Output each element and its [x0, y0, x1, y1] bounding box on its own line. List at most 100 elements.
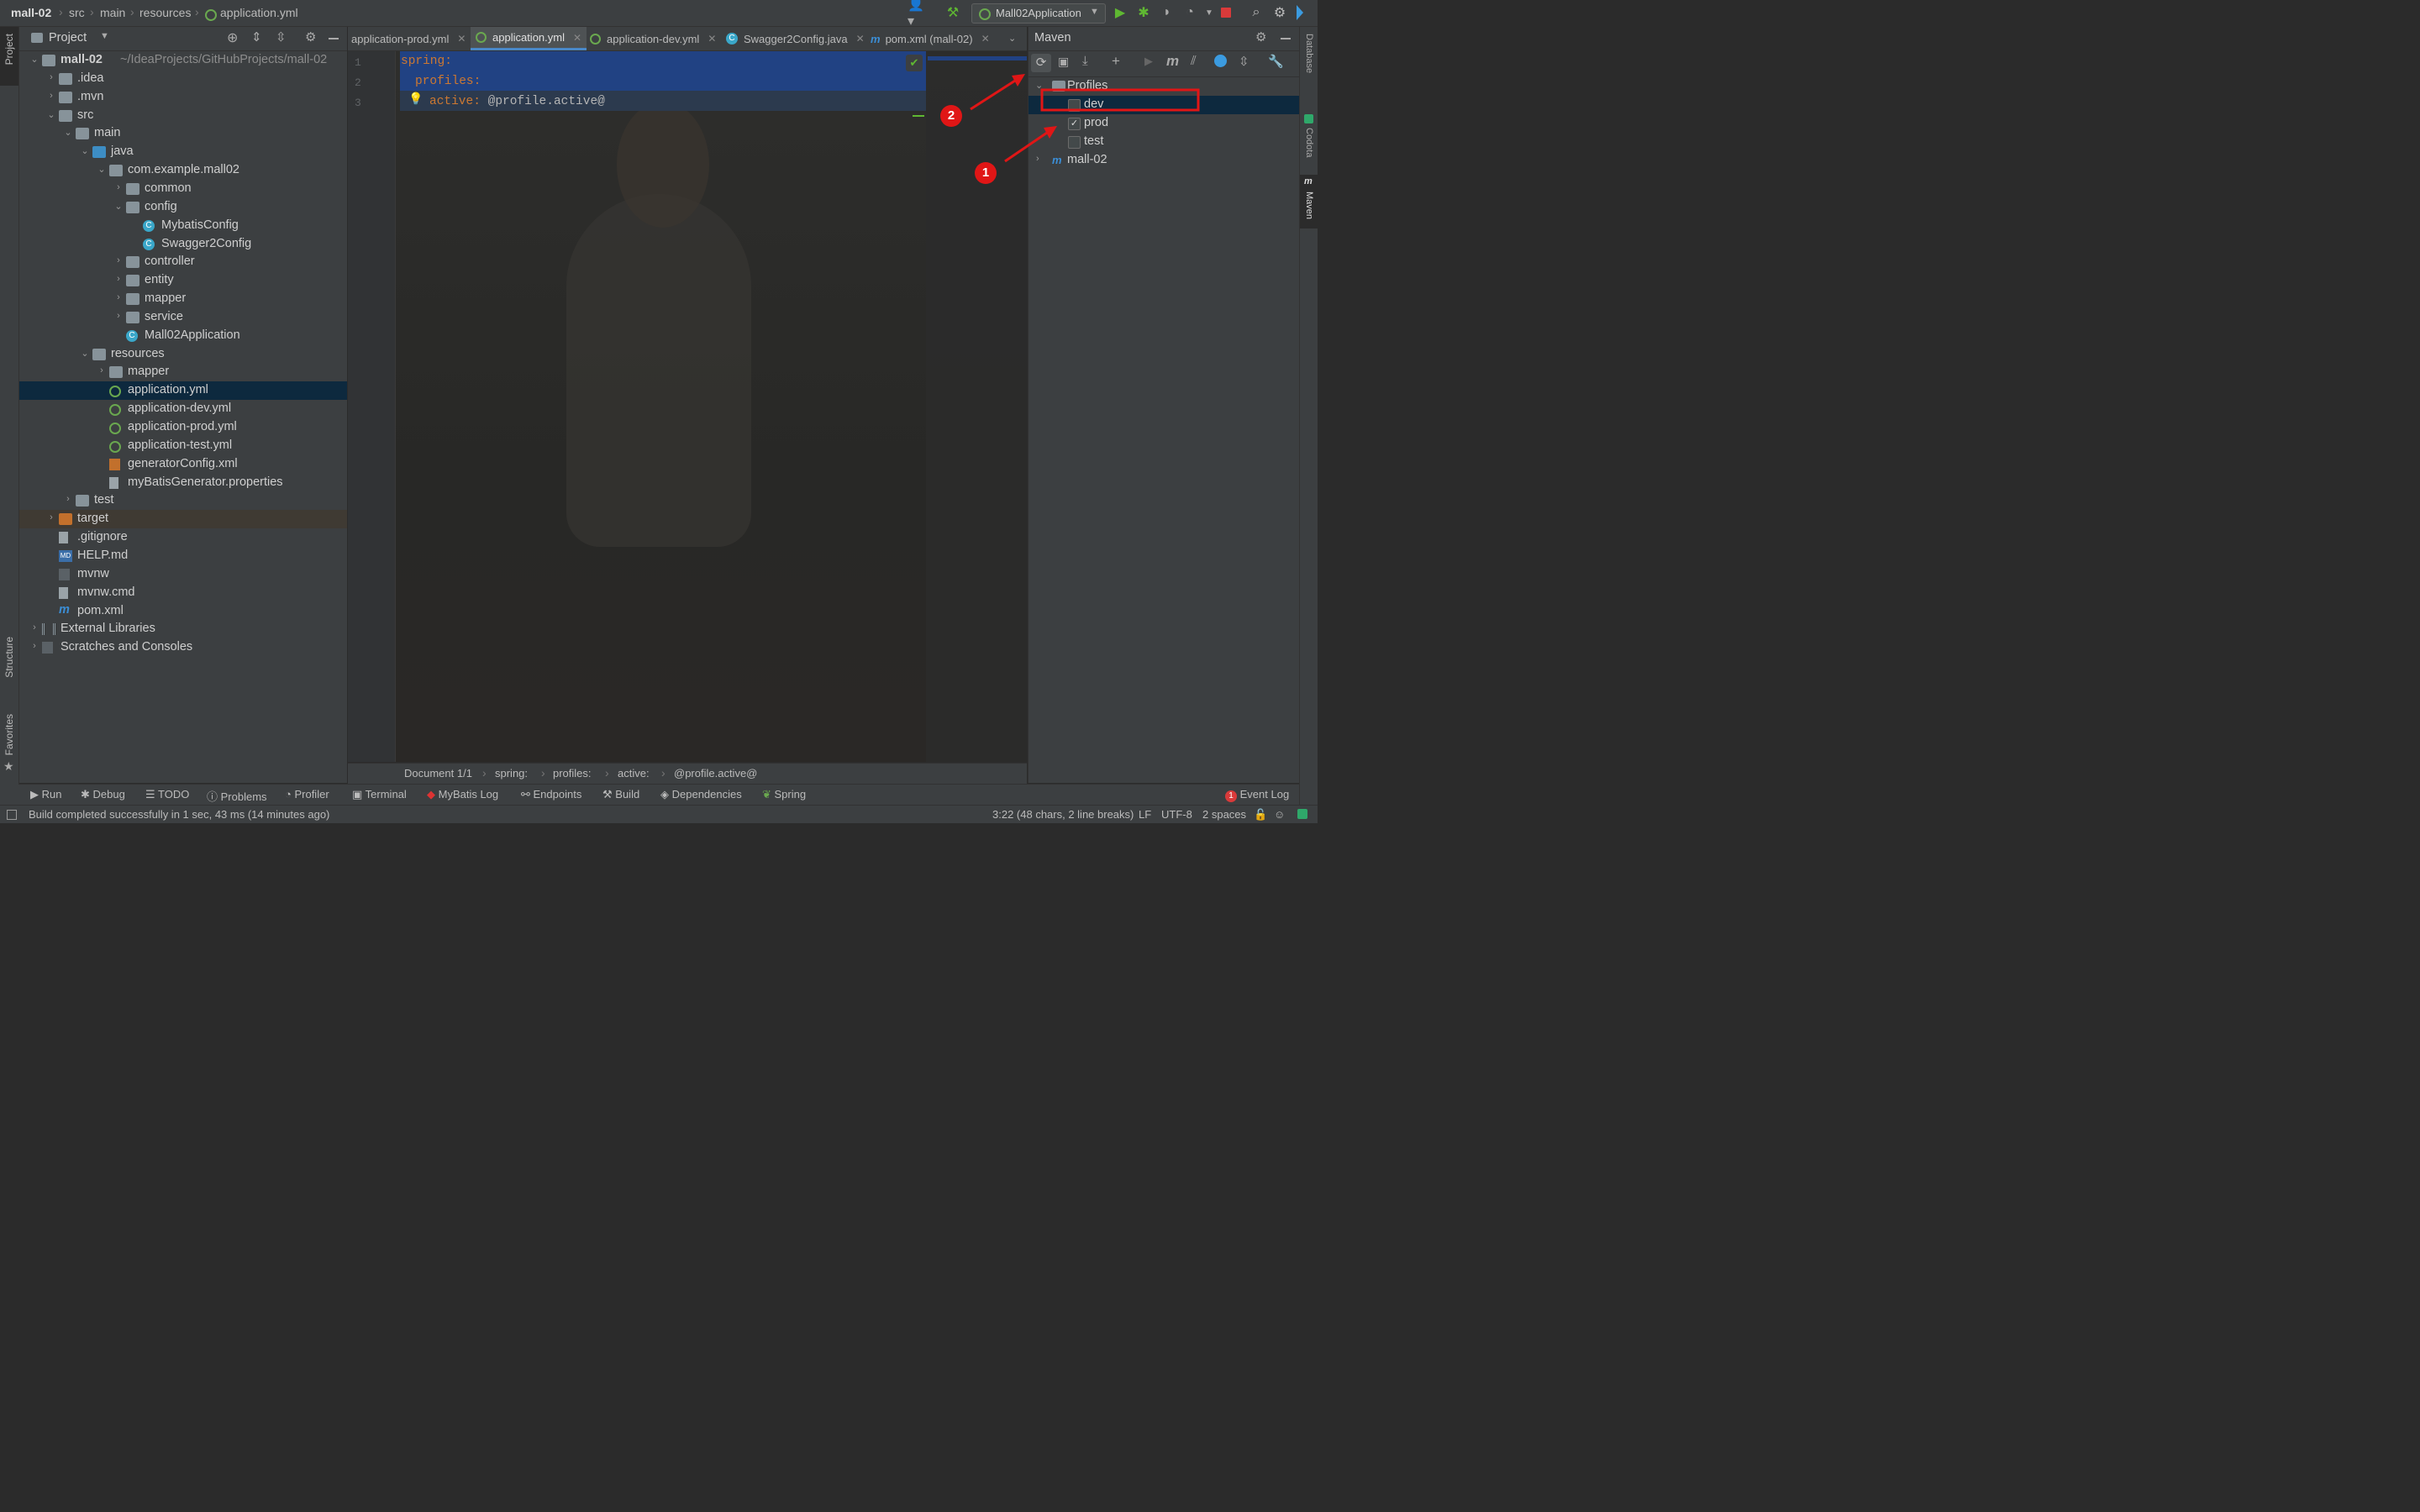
chevron-right-icon[interactable]: › [113, 292, 124, 302]
tree-item-swagger2config[interactable]: C Swagger2Config [19, 235, 347, 254]
inspection-icon[interactable]: ☺ [1274, 808, 1285, 821]
close-icon[interactable]: ✕ [708, 33, 716, 45]
lightbulb-icon[interactable]: 💡 [408, 92, 423, 106]
close-icon[interactable]: ✕ [573, 32, 581, 44]
tree-item-test[interactable]: › test [19, 491, 347, 510]
chevron-down-icon[interactable]: ⌄ [97, 164, 107, 175]
breadcrumb-spring[interactable]: spring: [495, 767, 528, 780]
tree-item-mvnw-cmd[interactable]: mvnw.cmd [19, 584, 347, 602]
toggle-offline-icon[interactable]: ⫽ [1191, 54, 1197, 68]
chevron-down-icon[interactable]: ⌄ [80, 145, 90, 156]
codota-icon[interactable] [1297, 809, 1307, 819]
coverage-icon[interactable]: ◗ [1158, 4, 1176, 21]
hide-icon[interactable] [1281, 38, 1291, 39]
todo-tool-button[interactable]: ☰ TODO [145, 788, 189, 801]
project-panel-title[interactable]: Project [49, 31, 87, 45]
run-icon[interactable]: ▶ [1111, 4, 1129, 21]
tree-item-common[interactable]: › common [19, 180, 347, 198]
gear-icon[interactable]: ⚙ [1255, 29, 1266, 45]
chevron-down-icon[interactable]: ⌄ [29, 54, 39, 65]
tree-item-application-prod-yml[interactable]: application-prod.yml [19, 418, 347, 437]
breadcrumb-file[interactable]: application.yml [220, 6, 298, 19]
reload-icon[interactable]: ⟳ [1031, 54, 1051, 72]
chevron-right-icon[interactable]: › [113, 182, 124, 192]
tree-item-scratches-and-consoles[interactable]: › Scratches and Consoles [19, 638, 347, 657]
hammer-build-icon[interactable]: ⚒ [944, 4, 962, 21]
chevron-right-icon[interactable]: › [63, 494, 73, 504]
tree-item-com-example-mall02[interactable]: ⌄ com.example.mall02 [19, 161, 347, 180]
project-stripe-button[interactable]: Project [0, 27, 18, 86]
settings-gear-icon[interactable]: ⚙ [1270, 4, 1289, 21]
chevron-right-icon[interactable]: › [113, 255, 124, 265]
spring-tool-button[interactable]: ❦ Spring [762, 788, 806, 801]
chevron-right-icon[interactable]: › [29, 622, 39, 633]
profile-checkbox[interactable] [1068, 99, 1081, 112]
chevron-right-icon[interactable]: › [29, 641, 39, 651]
breadcrumb-src[interactable]: src [69, 6, 85, 19]
event-log-button[interactable]: 1 Event Log [1225, 788, 1289, 802]
tree-item-src[interactable]: ⌄ src [19, 107, 347, 125]
download-icon[interactable]: ⤓ [1082, 54, 1088, 68]
tree-item-mapper[interactable]: › mapper [19, 363, 347, 381]
tree-item-mvnw[interactable]: mvnw [19, 565, 347, 584]
stop-icon[interactable] [1221, 8, 1231, 18]
caret-position[interactable]: 3:22 (48 chars, 2 line breaks) [992, 808, 1134, 821]
no-problems-check-icon[interactable]: ✔ [906, 55, 923, 71]
chevron-right-icon[interactable]: › [113, 311, 124, 321]
run-tool-button[interactable]: ▶ Run [30, 788, 61, 801]
more-run-options-icon[interactable]: ▼ [1200, 4, 1218, 21]
tab-application-prod-yml[interactable]: application-prod.yml ✕ [351, 27, 466, 50]
tree-item-application-test-yml[interactable]: application-test.yml [19, 437, 347, 455]
profiler-tool-button[interactable]: ◔ Profiler [285, 788, 329, 801]
build-tool-button[interactable]: ⚒ Build [602, 788, 639, 801]
breadcrumb-active[interactable]: active: [618, 767, 650, 780]
show-hidden-tabs-icon[interactable]: ⌄ [1008, 33, 1016, 44]
tree-item-mybatisgenerator-properties[interactable]: myBatisGenerator.properties [19, 474, 347, 492]
close-icon[interactable]: ✕ [981, 33, 990, 45]
maven-stripe-button[interactable]: m Maven [1300, 175, 1318, 228]
indent-setting[interactable]: 2 spaces [1202, 808, 1246, 821]
tree-item-generatorconfig-xml[interactable]: generatorConfig.xml [19, 455, 347, 474]
tree-item-mybatisconfig[interactable]: C MybatisConfig [19, 217, 347, 235]
chevron-right-icon[interactable]: › [46, 72, 56, 82]
tree-item-controller[interactable]: › controller [19, 253, 347, 271]
status-message[interactable]: Build completed successfully in 1 sec, 4… [29, 808, 329, 821]
tree-item-application-yml[interactable]: application.yml [19, 381, 347, 401]
profile-item-test[interactable]: test [1028, 133, 1299, 151]
generate-sources-icon[interactable]: ▣ [1058, 55, 1069, 69]
terminal-tool-button[interactable]: ▣ Terminal [352, 788, 407, 801]
debug-icon[interactable]: ✱ [1134, 4, 1153, 21]
tree-item-target[interactable]: › target [19, 510, 347, 529]
breadcrumb-main[interactable]: main [100, 6, 125, 19]
breadcrumb-value[interactable]: @profile.active@ [674, 767, 757, 780]
close-icon[interactable]: ✕ [856, 33, 865, 45]
tab-application-yml[interactable]: application.yml ✕ [471, 27, 587, 50]
add-icon[interactable]: + [1112, 53, 1120, 70]
structure-stripe-button[interactable]: Structure [3, 637, 15, 678]
tree-item-mall02application[interactable]: C Mall02Application [19, 327, 347, 345]
tree-item-mapper[interactable]: › mapper [19, 290, 347, 308]
chevron-down-icon[interactable]: ⌄ [113, 201, 124, 212]
user-icon[interactable]: 👤▾ [908, 0, 926, 29]
execute-goal-icon[interactable]: m [1166, 53, 1179, 70]
tab-pom-xml[interactable]: m pom.xml (mall-02) ✕ [871, 27, 990, 50]
breadcrumb-profiles[interactable]: profiles: [553, 767, 592, 780]
endpoints-tool-button[interactable]: ⚯ Endpoints [521, 788, 581, 801]
tab-swagger2config-java[interactable]: C Swagger2Config.java ✕ [726, 27, 865, 50]
tree-item-application-dev-yml[interactable]: application-dev.yml [19, 400, 347, 418]
run-configuration-selector[interactable]: Mall02Application ▼ [971, 3, 1106, 24]
problems-tool-button[interactable]: ⓘ Problems [207, 788, 267, 804]
profile-item-dev[interactable]: dev [1028, 96, 1299, 114]
tree-item-idea[interactable]: › .idea [19, 70, 347, 88]
close-icon[interactable]: ✕ [457, 33, 466, 45]
toggle-tool-windows-icon[interactable] [7, 810, 17, 820]
collapse-all-icon[interactable]: ⇳ [1239, 54, 1249, 69]
tab-application-dev-yml[interactable]: application-dev.yml ✕ [590, 27, 716, 50]
database-stripe-button[interactable]: Database [1304, 34, 1314, 73]
tree-item-help-md[interactable]: MD HELP.md [19, 547, 347, 565]
tree-item-mall-02[interactable]: ⌄ mall-02 ~/IdeaProjects/GitHubProjects/ma… [19, 51, 347, 70]
profile-item-prod[interactable]: ✓ prod [1028, 114, 1299, 133]
profile-checkbox[interactable] [1068, 136, 1081, 149]
expand-all-icon[interactable]: ⇕ [251, 29, 262, 45]
line-separator[interactable]: LF [1139, 808, 1151, 821]
